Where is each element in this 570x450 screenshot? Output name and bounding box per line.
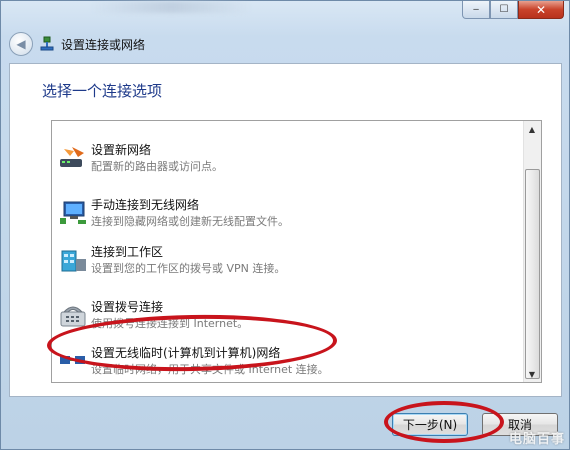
titlebar-background-text	[91, 1, 251, 13]
option-description: 连接到隐藏网络或创建新无线配置文件。	[91, 215, 289, 228]
wireless-network-icon	[58, 198, 88, 228]
option-description: 设置到您的工作区的拨号或 VPN 连接。	[91, 262, 286, 275]
close-button[interactable]: ✕	[518, 1, 564, 19]
option-new-network[interactable]: 设置新网络 配置新的路由器或访问点。	[58, 141, 518, 181]
option-title: 设置拨号连接	[91, 300, 164, 314]
option-title: 设置新网络	[91, 143, 152, 157]
option-description: 使用拨号连接连接到 Internet。	[91, 317, 249, 330]
option-title: 设置无线临时(计算机到计算机)网络	[91, 346, 281, 360]
option-description: 设置临时网络，用于共享文件或 Internet 连接。	[91, 363, 329, 376]
scroll-up-icon[interactable]: ▲	[524, 121, 540, 137]
window-controls: ‒ ☐ ✕	[462, 1, 564, 19]
maximize-button[interactable]: ☐	[490, 1, 518, 19]
option-title: 连接到工作区	[91, 245, 164, 259]
minimize-button[interactable]: ‒	[462, 1, 490, 19]
option-adhoc-network[interactable]: 设置无线临时(计算机到计算机)网络 设置临时网络，用于共享文件或 Interne…	[58, 344, 518, 384]
navigation-bar: ◀ 设置连接或网络	[9, 31, 145, 57]
connection-options-list[interactable]: 设置新网络 配置新的路由器或访问点。 手动连接到无线网络 连接到隐藏网络或创建新…	[51, 120, 542, 383]
back-button[interactable]: ◀	[9, 32, 33, 56]
scroll-down-icon[interactable]: ▼	[524, 366, 540, 382]
option-title: 手动连接到无线网络	[91, 198, 200, 212]
next-button[interactable]: 下一步(N)	[392, 413, 468, 436]
watermark: 电脑百事	[508, 432, 565, 447]
dialup-phone-icon	[58, 300, 88, 330]
option-manual-wireless[interactable]: 手动连接到无线网络 连接到隐藏网络或创建新无线配置文件。	[58, 196, 518, 236]
option-dialup[interactable]: 设置拨号连接 使用拨号连接连接到 Internet。	[58, 298, 518, 338]
option-description: 配置新的路由器或访问点。	[91, 160, 223, 173]
option-workplace[interactable]: 连接到工作区 设置到您的工作区的拨号或 VPN 连接。	[58, 243, 518, 283]
dialog-window: ‒ ☐ ✕ ◀ 设置连接或网络 选择一个连接选项 设置新网络 配置新的路由器或访…	[0, 0, 570, 450]
network-setup-icon	[39, 36, 55, 52]
vertical-scrollbar[interactable]: ▲ ▼	[523, 121, 541, 382]
page-heading: 选择一个连接选项	[42, 82, 163, 100]
content-panel: 选择一个连接选项 设置新网络 配置新的路由器或访问点。 手动连接到无线网络 连接…	[9, 63, 562, 397]
scrollbar-thumb[interactable]	[525, 169, 540, 379]
options-container: 设置新网络 配置新的路由器或访问点。 手动连接到无线网络 连接到隐藏网络或创建新…	[52, 121, 524, 382]
back-arrow-icon: ◀	[16, 37, 26, 51]
workplace-icon	[58, 245, 88, 275]
router-icon	[58, 143, 88, 173]
adhoc-network-icon	[58, 346, 88, 376]
window-title: 设置连接或网络	[61, 37, 146, 52]
